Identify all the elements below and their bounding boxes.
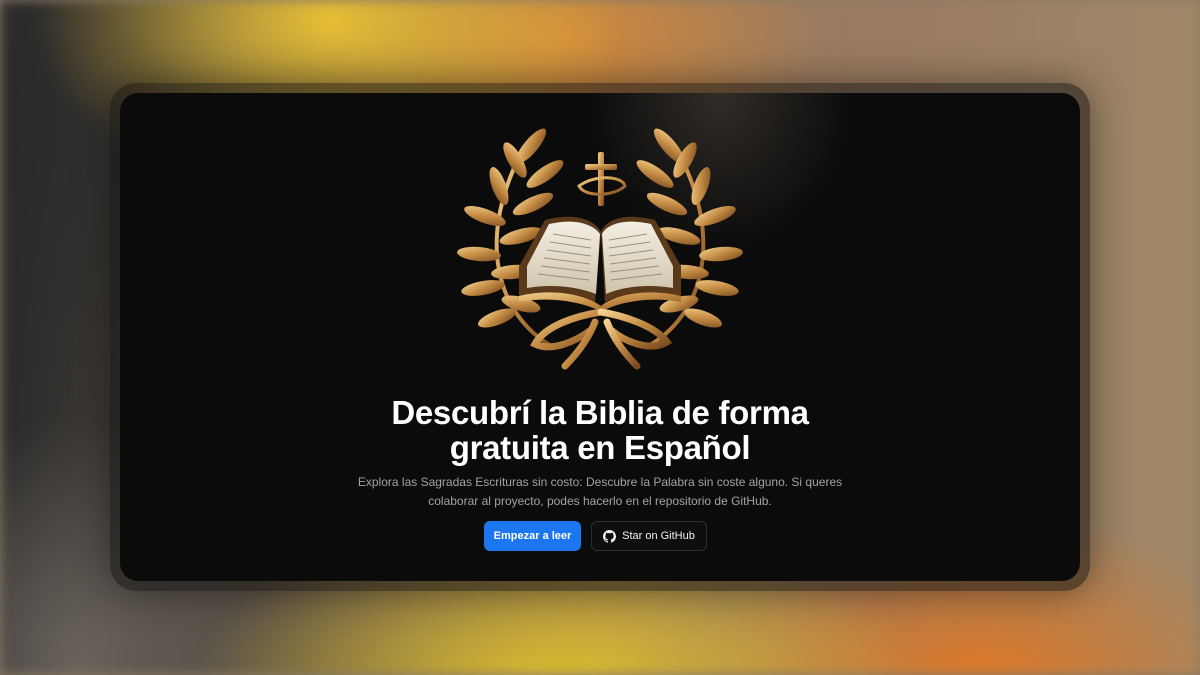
page-description-line-1: Explora las Sagradas Escrituras sin cost… [357,475,843,489]
cross-icon [577,152,627,206]
page-description-line-2: colaborar al proyecto, podes hacerlo en … [428,494,772,508]
ribbon-icon [530,308,673,370]
star-on-github-button[interactable]: Star on GitHub [591,521,707,551]
start-reading-button[interactable]: Empezar a leer [484,521,581,551]
start-reading-label: Empezar a leer [493,530,572,542]
page-title-line-1: Descubrí la Biblia de forma [391,394,809,431]
star-on-github-label: Star on GitHub [622,530,695,542]
page-title: Descubrí la Biblia de forma gratuita en … [0,395,1200,465]
github-icon [603,529,617,543]
page-description: Explora las Sagradas Escrituras sin cost… [0,473,1200,511]
bible-laurel-emblem-icon [457,128,743,370]
page-title-line-2: gratuita en Español [449,429,751,466]
open-book-icon [519,216,681,312]
